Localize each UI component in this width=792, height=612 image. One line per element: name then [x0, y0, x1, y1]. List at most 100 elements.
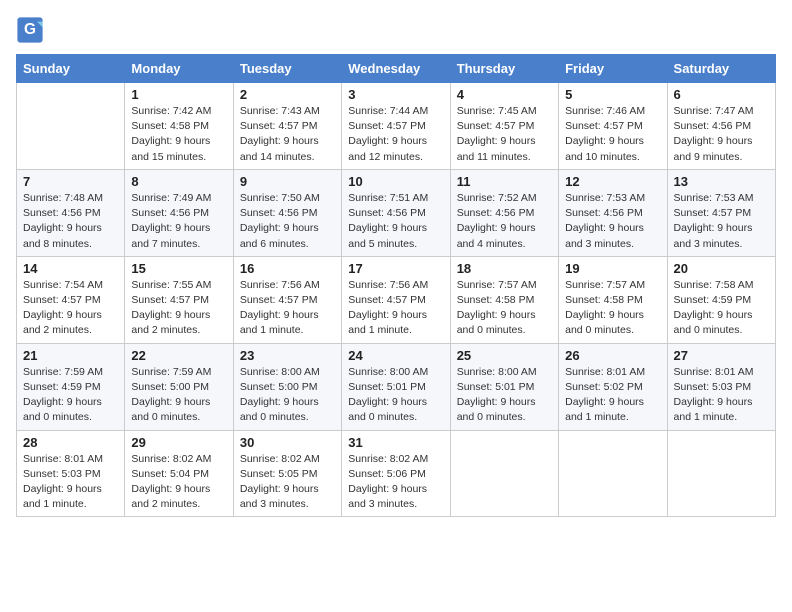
day-number: 3	[348, 87, 443, 102]
day-number: 11	[457, 174, 552, 189]
day-cell	[17, 83, 125, 170]
col-header-sunday: Sunday	[17, 55, 125, 83]
day-info: Sunrise: 7:55 AM Sunset: 4:57 PM Dayligh…	[131, 278, 226, 339]
day-cell	[667, 430, 775, 517]
day-number: 19	[565, 261, 660, 276]
day-number: 30	[240, 435, 335, 450]
day-info: Sunrise: 8:01 AM Sunset: 5:02 PM Dayligh…	[565, 365, 660, 426]
day-info: Sunrise: 8:00 AM Sunset: 5:01 PM Dayligh…	[348, 365, 443, 426]
day-cell: 10 Sunrise: 7:51 AM Sunset: 4:56 PM Dayli…	[342, 169, 450, 256]
day-info: Sunrise: 7:57 AM Sunset: 4:58 PM Dayligh…	[565, 278, 660, 339]
week-row-4: 21 Sunrise: 7:59 AM Sunset: 4:59 PM Dayli…	[17, 343, 776, 430]
day-info: Sunrise: 7:43 AM Sunset: 4:57 PM Dayligh…	[240, 104, 335, 165]
day-number: 1	[131, 87, 226, 102]
day-info: Sunrise: 8:02 AM Sunset: 5:06 PM Dayligh…	[348, 452, 443, 513]
week-row-2: 7 Sunrise: 7:48 AM Sunset: 4:56 PM Daylig…	[17, 169, 776, 256]
day-number: 17	[348, 261, 443, 276]
day-info: Sunrise: 7:59 AM Sunset: 4:59 PM Dayligh…	[23, 365, 118, 426]
col-header-tuesday: Tuesday	[233, 55, 341, 83]
day-cell: 16Sunrise: 7:56 AM Sunset: 4:57 PM Dayli…	[233, 256, 341, 343]
day-number: 14	[23, 261, 118, 276]
day-number: 16	[240, 261, 335, 276]
day-number: 23	[240, 348, 335, 363]
day-number: 21	[23, 348, 118, 363]
logo: G	[16, 16, 48, 44]
svg-text:G: G	[24, 21, 36, 38]
col-header-thursday: Thursday	[450, 55, 558, 83]
day-info: Sunrise: 7:56 AM Sunset: 4:57 PM Dayligh…	[348, 278, 443, 339]
day-cell: 14Sunrise: 7:54 AM Sunset: 4:57 PM Dayli…	[17, 256, 125, 343]
day-cell: 31Sunrise: 8:02 AM Sunset: 5:06 PM Dayli…	[342, 430, 450, 517]
day-number: 13	[674, 174, 769, 189]
day-cell: 6 Sunrise: 7:47 AM Sunset: 4:56 PM Daylig…	[667, 83, 775, 170]
day-number: 2	[240, 87, 335, 102]
week-row-1: 1 Sunrise: 7:42 AM Sunset: 4:58 PM Daylig…	[17, 83, 776, 170]
day-cell: 30 Sunrise: 8:02 AM Sunset: 5:05 PM Dayli…	[233, 430, 341, 517]
calendar-table: SundayMondayTuesdayWednesdayThursdayFrid…	[16, 54, 776, 517]
day-number: 7	[23, 174, 118, 189]
day-info: Sunrise: 7:44 AM Sunset: 4:57 PM Dayligh…	[348, 104, 443, 165]
day-info: Sunrise: 7:59 AM Sunset: 5:00 PM Dayligh…	[131, 365, 226, 426]
day-cell: 15 Sunrise: 7:55 AM Sunset: 4:57 PM Dayli…	[125, 256, 233, 343]
day-number: 5	[565, 87, 660, 102]
day-number: 25	[457, 348, 552, 363]
day-cell	[559, 430, 667, 517]
day-cell: 24 Sunrise: 8:00 AM Sunset: 5:01 PM Dayli…	[342, 343, 450, 430]
day-cell: 22 Sunrise: 7:59 AM Sunset: 5:00 PM Dayli…	[125, 343, 233, 430]
day-cell	[450, 430, 558, 517]
calendar-header-row: SundayMondayTuesdayWednesdayThursdayFrid…	[17, 55, 776, 83]
day-cell: 28 Sunrise: 8:01 AM Sunset: 5:03 PM Dayli…	[17, 430, 125, 517]
day-info: Sunrise: 7:57 AM Sunset: 4:58 PM Dayligh…	[457, 278, 552, 339]
day-info: Sunrise: 7:49 AM Sunset: 4:56 PM Dayligh…	[131, 191, 226, 252]
day-number: 8	[131, 174, 226, 189]
day-info: Sunrise: 8:02 AM Sunset: 5:04 PM Dayligh…	[131, 452, 226, 513]
day-cell: 2 Sunrise: 7:43 AM Sunset: 4:57 PM Daylig…	[233, 83, 341, 170]
day-info: Sunrise: 7:51 AM Sunset: 4:56 PM Dayligh…	[348, 191, 443, 252]
week-row-3: 14Sunrise: 7:54 AM Sunset: 4:57 PM Dayli…	[17, 256, 776, 343]
day-cell: 25 Sunrise: 8:00 AM Sunset: 5:01 PM Dayli…	[450, 343, 558, 430]
day-number: 22	[131, 348, 226, 363]
day-number: 27	[674, 348, 769, 363]
day-cell: 9 Sunrise: 7:50 AM Sunset: 4:56 PM Daylig…	[233, 169, 341, 256]
day-cell: 5 Sunrise: 7:46 AM Sunset: 4:57 PM Daylig…	[559, 83, 667, 170]
day-number: 20	[674, 261, 769, 276]
day-info: Sunrise: 7:58 AM Sunset: 4:59 PM Dayligh…	[674, 278, 769, 339]
day-info: Sunrise: 7:47 AM Sunset: 4:56 PM Dayligh…	[674, 104, 769, 165]
day-info: Sunrise: 7:52 AM Sunset: 4:56 PM Dayligh…	[457, 191, 552, 252]
day-number: 9	[240, 174, 335, 189]
day-info: Sunrise: 7:53 AM Sunset: 4:56 PM Dayligh…	[565, 191, 660, 252]
col-header-wednesday: Wednesday	[342, 55, 450, 83]
day-number: 18	[457, 261, 552, 276]
day-number: 10	[348, 174, 443, 189]
day-cell: 26Sunrise: 8:01 AM Sunset: 5:02 PM Dayli…	[559, 343, 667, 430]
day-cell: 19 Sunrise: 7:57 AM Sunset: 4:58 PM Dayli…	[559, 256, 667, 343]
day-info: Sunrise: 7:50 AM Sunset: 4:56 PM Dayligh…	[240, 191, 335, 252]
day-number: 12	[565, 174, 660, 189]
day-number: 24	[348, 348, 443, 363]
day-cell: 4Sunrise: 7:45 AM Sunset: 4:57 PM Daylig…	[450, 83, 558, 170]
day-info: Sunrise: 8:01 AM Sunset: 5:03 PM Dayligh…	[23, 452, 118, 513]
day-info: Sunrise: 7:46 AM Sunset: 4:57 PM Dayligh…	[565, 104, 660, 165]
col-header-friday: Friday	[559, 55, 667, 83]
day-cell: 3 Sunrise: 7:44 AM Sunset: 4:57 PM Daylig…	[342, 83, 450, 170]
day-info: Sunrise: 8:00 AM Sunset: 5:01 PM Dayligh…	[457, 365, 552, 426]
day-cell: 17 Sunrise: 7:56 AM Sunset: 4:57 PM Dayli…	[342, 256, 450, 343]
day-cell: 21 Sunrise: 7:59 AM Sunset: 4:59 PM Dayli…	[17, 343, 125, 430]
day-info: Sunrise: 7:42 AM Sunset: 4:58 PM Dayligh…	[131, 104, 226, 165]
day-number: 29	[131, 435, 226, 450]
col-header-saturday: Saturday	[667, 55, 775, 83]
day-number: 15	[131, 261, 226, 276]
day-cell: 20 Sunrise: 7:58 AM Sunset: 4:59 PM Dayli…	[667, 256, 775, 343]
day-info: Sunrise: 8:02 AM Sunset: 5:05 PM Dayligh…	[240, 452, 335, 513]
day-info: Sunrise: 7:45 AM Sunset: 4:57 PM Dayligh…	[457, 104, 552, 165]
day-cell: 27 Sunrise: 8:01 AM Sunset: 5:03 PM Dayli…	[667, 343, 775, 430]
day-info: Sunrise: 7:48 AM Sunset: 4:56 PM Dayligh…	[23, 191, 118, 252]
day-info: Sunrise: 8:01 AM Sunset: 5:03 PM Dayligh…	[674, 365, 769, 426]
page-header: G	[16, 16, 776, 44]
day-number: 28	[23, 435, 118, 450]
week-row-5: 28 Sunrise: 8:01 AM Sunset: 5:03 PM Dayli…	[17, 430, 776, 517]
day-number: 6	[674, 87, 769, 102]
day-cell: 7 Sunrise: 7:48 AM Sunset: 4:56 PM Daylig…	[17, 169, 125, 256]
day-cell: 23Sunrise: 8:00 AM Sunset: 5:00 PM Dayli…	[233, 343, 341, 430]
day-cell: 8 Sunrise: 7:49 AM Sunset: 4:56 PM Daylig…	[125, 169, 233, 256]
